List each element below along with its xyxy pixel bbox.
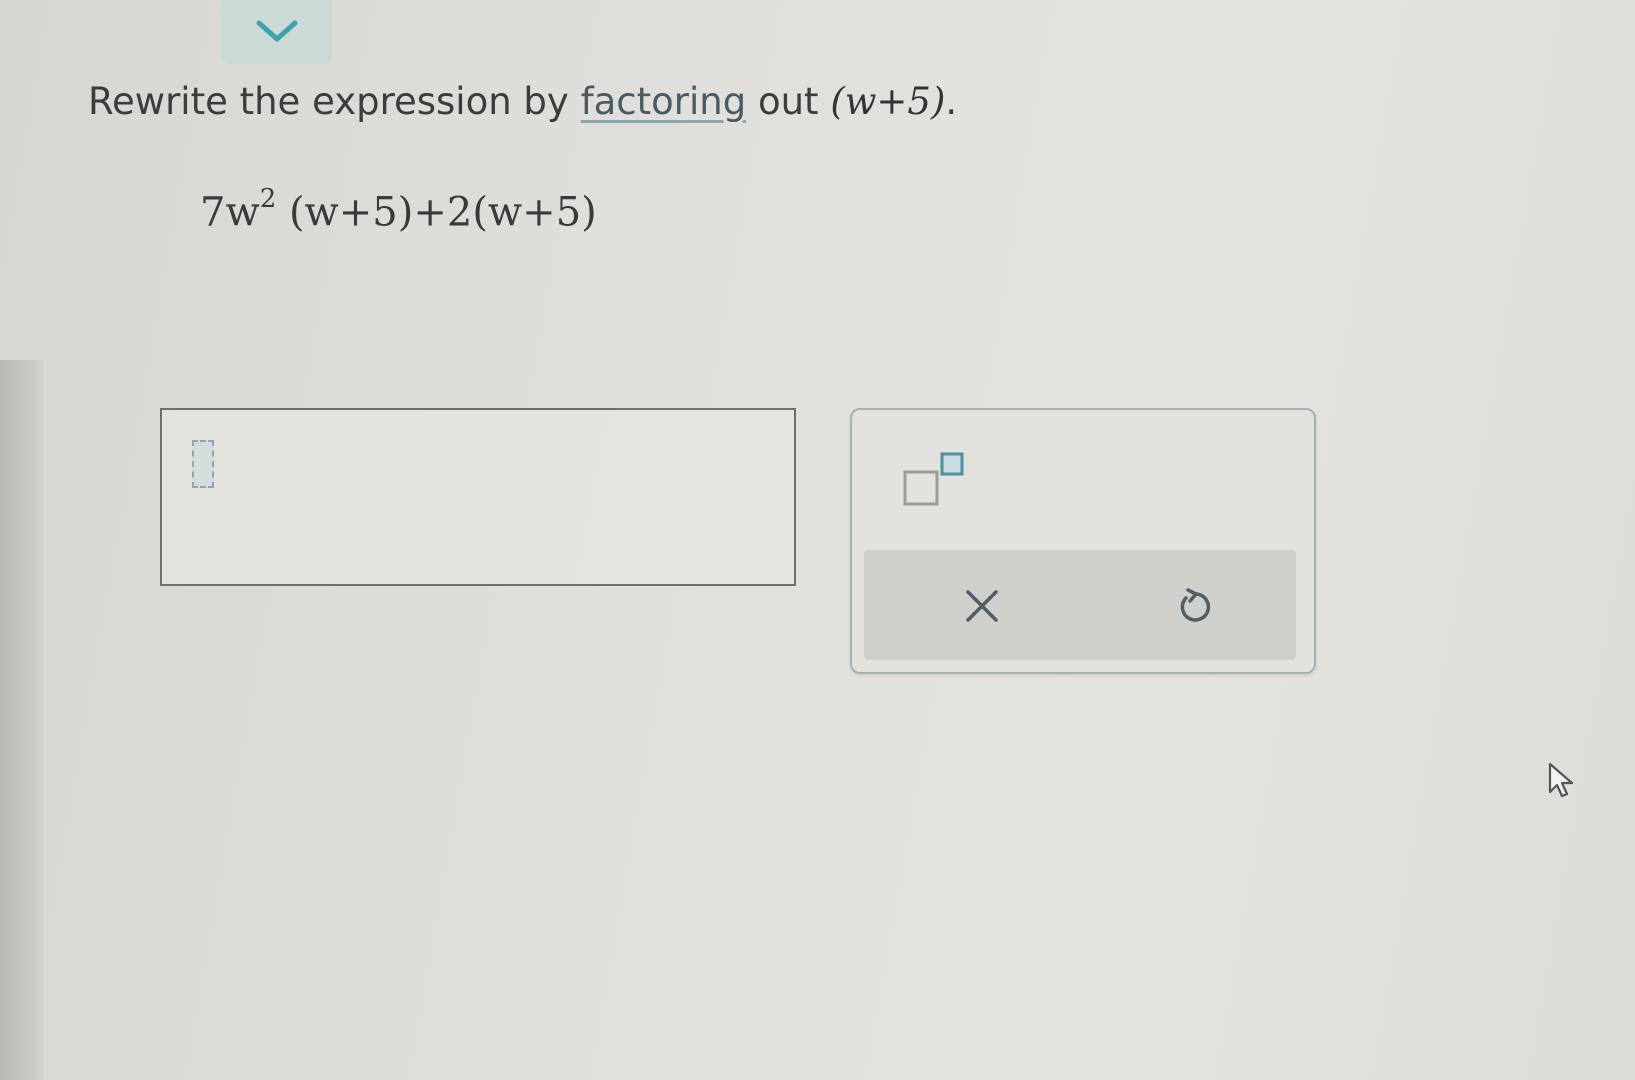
given-expression: 7w2 (w+5)+2(w+5) [200, 184, 597, 236]
question-prompt: Rewrite the expression by factoring out … [88, 80, 957, 123]
expression-coefficient: 7w [200, 189, 260, 236]
prompt-text-middle: out [746, 80, 831, 123]
answer-input[interactable] [160, 408, 796, 586]
chevron-down-icon [256, 20, 298, 42]
input-cursor-slot [192, 440, 214, 488]
math-toolbar [850, 408, 1316, 674]
factoring-glossary-link[interactable]: factoring [581, 80, 747, 123]
undo-button[interactable] [1166, 578, 1222, 634]
undo-icon [1180, 588, 1211, 622]
screen-bezel [0, 360, 44, 1080]
close-icon [966, 590, 998, 622]
superscript-template-icon [903, 452, 964, 506]
clear-button[interactable] [954, 578, 1010, 634]
collapse-toggle-button[interactable] [222, 0, 332, 64]
mouse-pointer-icon [1546, 760, 1580, 804]
expression-exponent: 2 [259, 184, 277, 214]
expression-remainder: (w+5)+2(w+5) [276, 189, 597, 236]
prompt-period: . [945, 80, 958, 123]
prompt-text: Rewrite the expression by [88, 80, 581, 123]
action-bar [864, 550, 1296, 660]
superscript-button[interactable] [902, 450, 972, 510]
prompt-factor: (w+5) [830, 80, 946, 123]
